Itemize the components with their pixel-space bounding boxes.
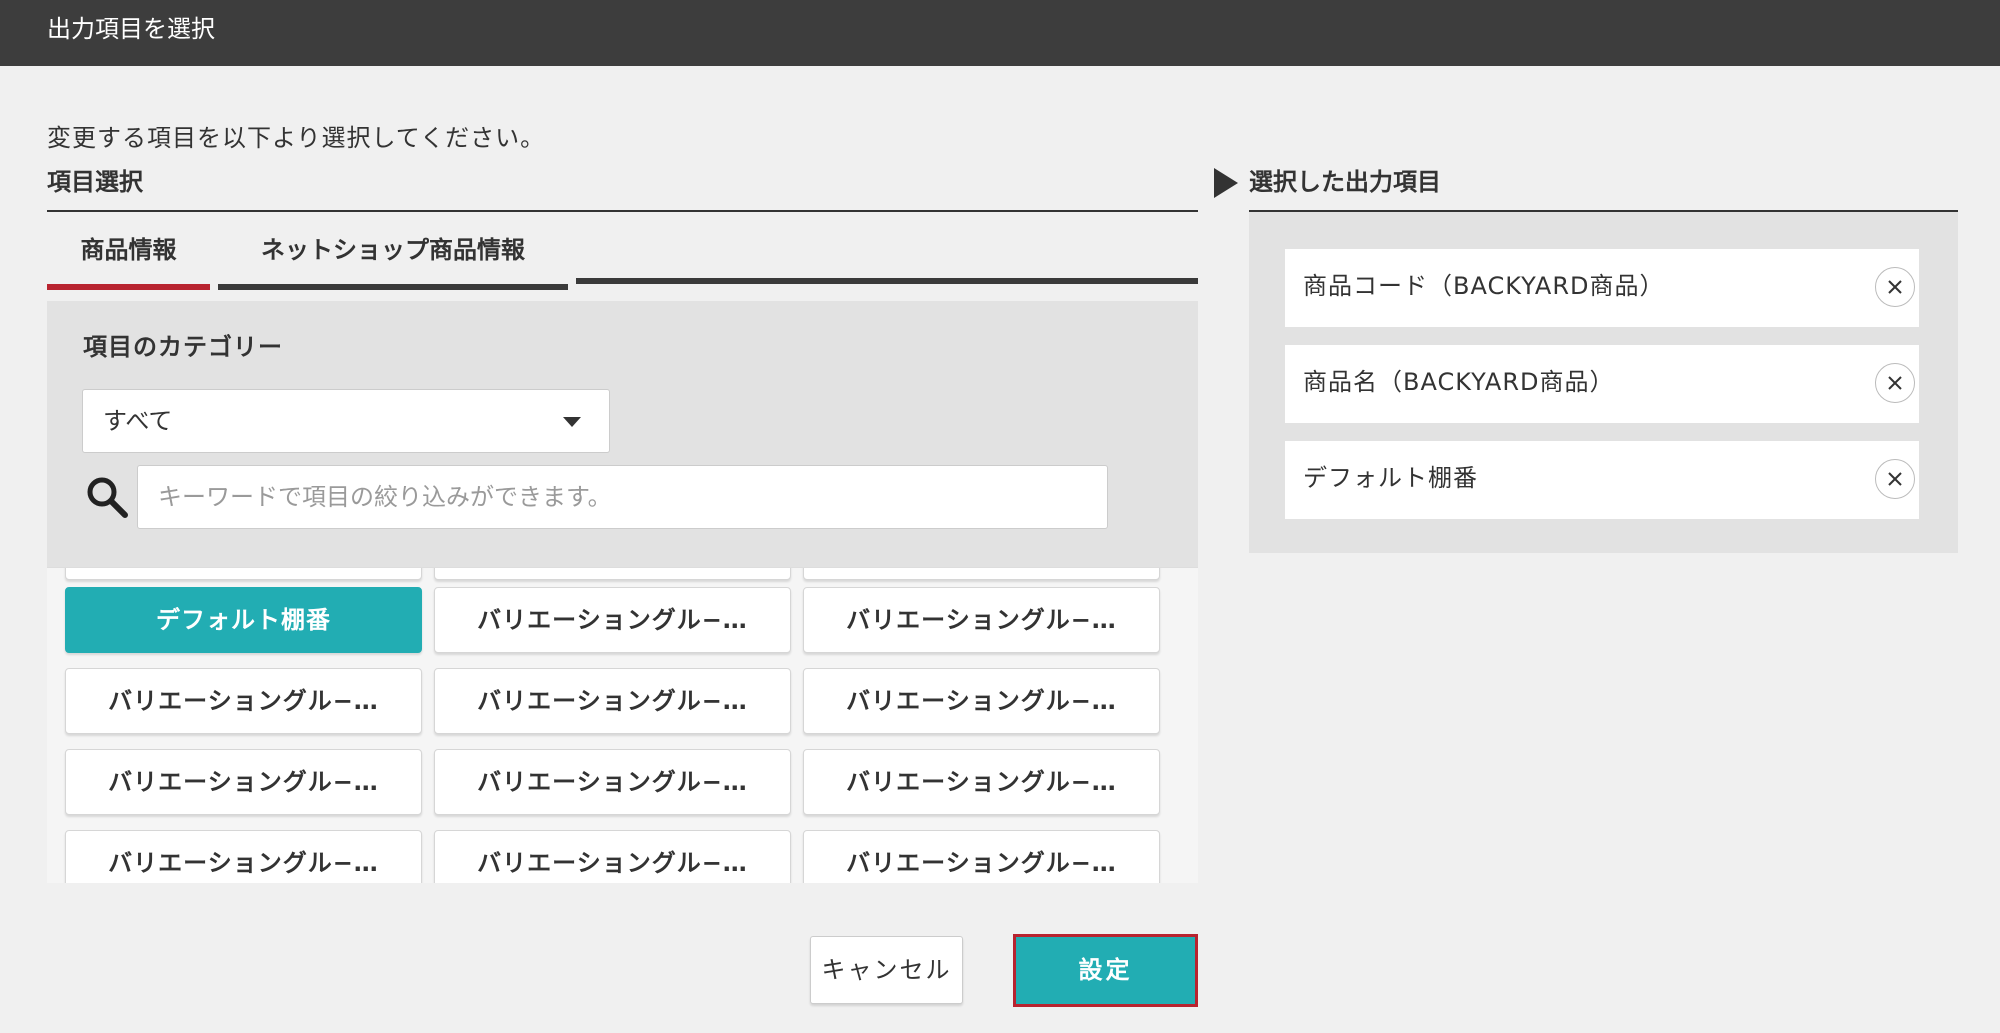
- selected-outputs-panel: 商品コード（BACKYARD商品） 商品名（BACKYARD商品） デフォルト棚…: [1249, 212, 1958, 553]
- item-tile[interactable]: バリエーショングル−…: [65, 668, 422, 734]
- selected-outputs-title: 選択した出力項目: [1249, 168, 1441, 196]
- filter-panel: 項目のカテゴリー すべて: [47, 301, 1198, 567]
- item-tile[interactable]: バリエーショングル−…: [65, 830, 422, 883]
- item-tile-partial[interactable]: [803, 568, 1160, 580]
- item-tile[interactable]: バリエーショングル−…: [434, 587, 791, 653]
- selected-output-item: 商品名（BACKYARD商品）: [1285, 345, 1919, 423]
- cancel-button[interactable]: キャンセル: [810, 936, 963, 1004]
- tab-netshop-product-info[interactable]: ネットショップ商品情報: [218, 230, 568, 290]
- item-tile[interactable]: バリエーショングル−…: [434, 749, 791, 815]
- close-icon[interactable]: [1875, 267, 1915, 307]
- selected-output-label: 商品名（BACKYARD商品）: [1303, 368, 1615, 396]
- item-tile[interactable]: バリエーショングル−…: [803, 749, 1160, 815]
- item-tile[interactable]: バリエーショングル−…: [434, 668, 791, 734]
- category-label: 項目のカテゴリー: [83, 333, 283, 361]
- instruction-text: 変更する項目を以下より選択してください。: [47, 124, 546, 152]
- tab-bar-underline: [576, 278, 1198, 284]
- item-tile-partial[interactable]: [434, 568, 791, 580]
- dialog-title: 出力項目を選択: [47, 15, 215, 43]
- item-selection-title: 項目選択: [47, 168, 143, 196]
- section-divider: [47, 210, 1198, 212]
- chevron-down-icon: [563, 417, 581, 427]
- selected-output-item: デフォルト棚番: [1285, 441, 1919, 519]
- set-button[interactable]: 設定: [1016, 937, 1195, 1004]
- close-icon[interactable]: [1875, 459, 1915, 499]
- selected-output-label: デフォルト棚番: [1303, 464, 1478, 492]
- item-tile[interactable]: バリエーショングル−…: [434, 830, 791, 883]
- search-input[interactable]: [137, 465, 1108, 529]
- selected-output-label: 商品コード（BACKYARD商品）: [1303, 272, 1665, 300]
- tab-product-info[interactable]: 商品情報: [47, 230, 210, 290]
- search-icon[interactable]: [85, 475, 129, 519]
- dialog-header: 出力項目を選択: [0, 0, 2000, 66]
- item-tile[interactable]: バリエーショングル−…: [803, 668, 1160, 734]
- item-tile-partial[interactable]: [65, 568, 422, 580]
- set-button-frame: 設定: [1013, 934, 1198, 1007]
- item-tile[interactable]: バリエーショングル−…: [803, 830, 1160, 883]
- selected-output-item: 商品コード（BACKYARD商品）: [1285, 249, 1919, 327]
- item-tile-grid: デフォルト棚番 バリエーショングル−… バリエーショングル−… バリエーショング…: [47, 567, 1198, 883]
- close-icon[interactable]: [1875, 363, 1915, 403]
- item-tile[interactable]: バリエーショングル−…: [65, 749, 422, 815]
- category-select[interactable]: すべて: [82, 389, 610, 453]
- category-select-value: すべて: [103, 407, 173, 435]
- item-tile-default-location[interactable]: デフォルト棚番: [65, 587, 422, 653]
- item-tile[interactable]: バリエーショングル−…: [803, 587, 1160, 653]
- triangle-right-icon: [1214, 168, 1238, 198]
